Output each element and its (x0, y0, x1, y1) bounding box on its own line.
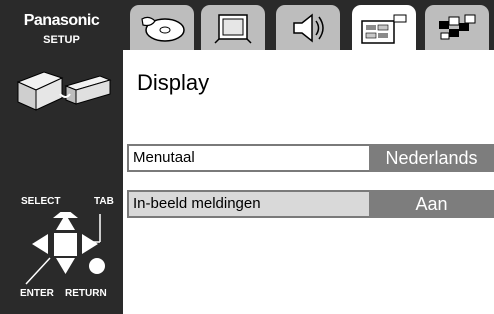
tab-disc[interactable] (130, 5, 194, 50)
tab-display[interactable] (352, 5, 416, 52)
brand-logo: Panasonic (23, 12, 100, 29)
setting-row-onscreen-messages[interactable]: In-beeld meldingen Aan (127, 190, 494, 218)
select-label: SELECT (21, 196, 61, 207)
setting-value[interactable]: Aan (369, 190, 494, 218)
tab-label: TAB (94, 196, 114, 207)
speaker-audio-icon (293, 12, 324, 43)
display-monitor-icon (214, 13, 252, 44)
page-title: Display (137, 70, 210, 95)
setting-row-menu-language[interactable]: Menutaal Nederlands (127, 144, 494, 172)
tab-other[interactable] (425, 5, 489, 50)
return-label: RETURN (65, 288, 107, 299)
disc-icon (141, 16, 185, 42)
tab-bar (123, 0, 494, 52)
setting-value[interactable]: Nederlands (369, 144, 494, 172)
setup-label: SETUP (43, 34, 80, 46)
display-settings-icon (361, 14, 407, 44)
enter-label: ENTER (20, 288, 54, 299)
navigation-pad-icon (25, 212, 105, 285)
setting-label: In-beeld meldingen (127, 190, 371, 218)
tab-audio[interactable] (276, 5, 340, 50)
player-tv-icon (16, 71, 112, 111)
sidebar: Panasonic SETUP SELECT TAB ENTER RETURN (0, 0, 123, 314)
other-settings-icon (439, 14, 476, 39)
tab-picture[interactable] (201, 5, 265, 50)
setting-label: Menutaal (127, 144, 371, 172)
